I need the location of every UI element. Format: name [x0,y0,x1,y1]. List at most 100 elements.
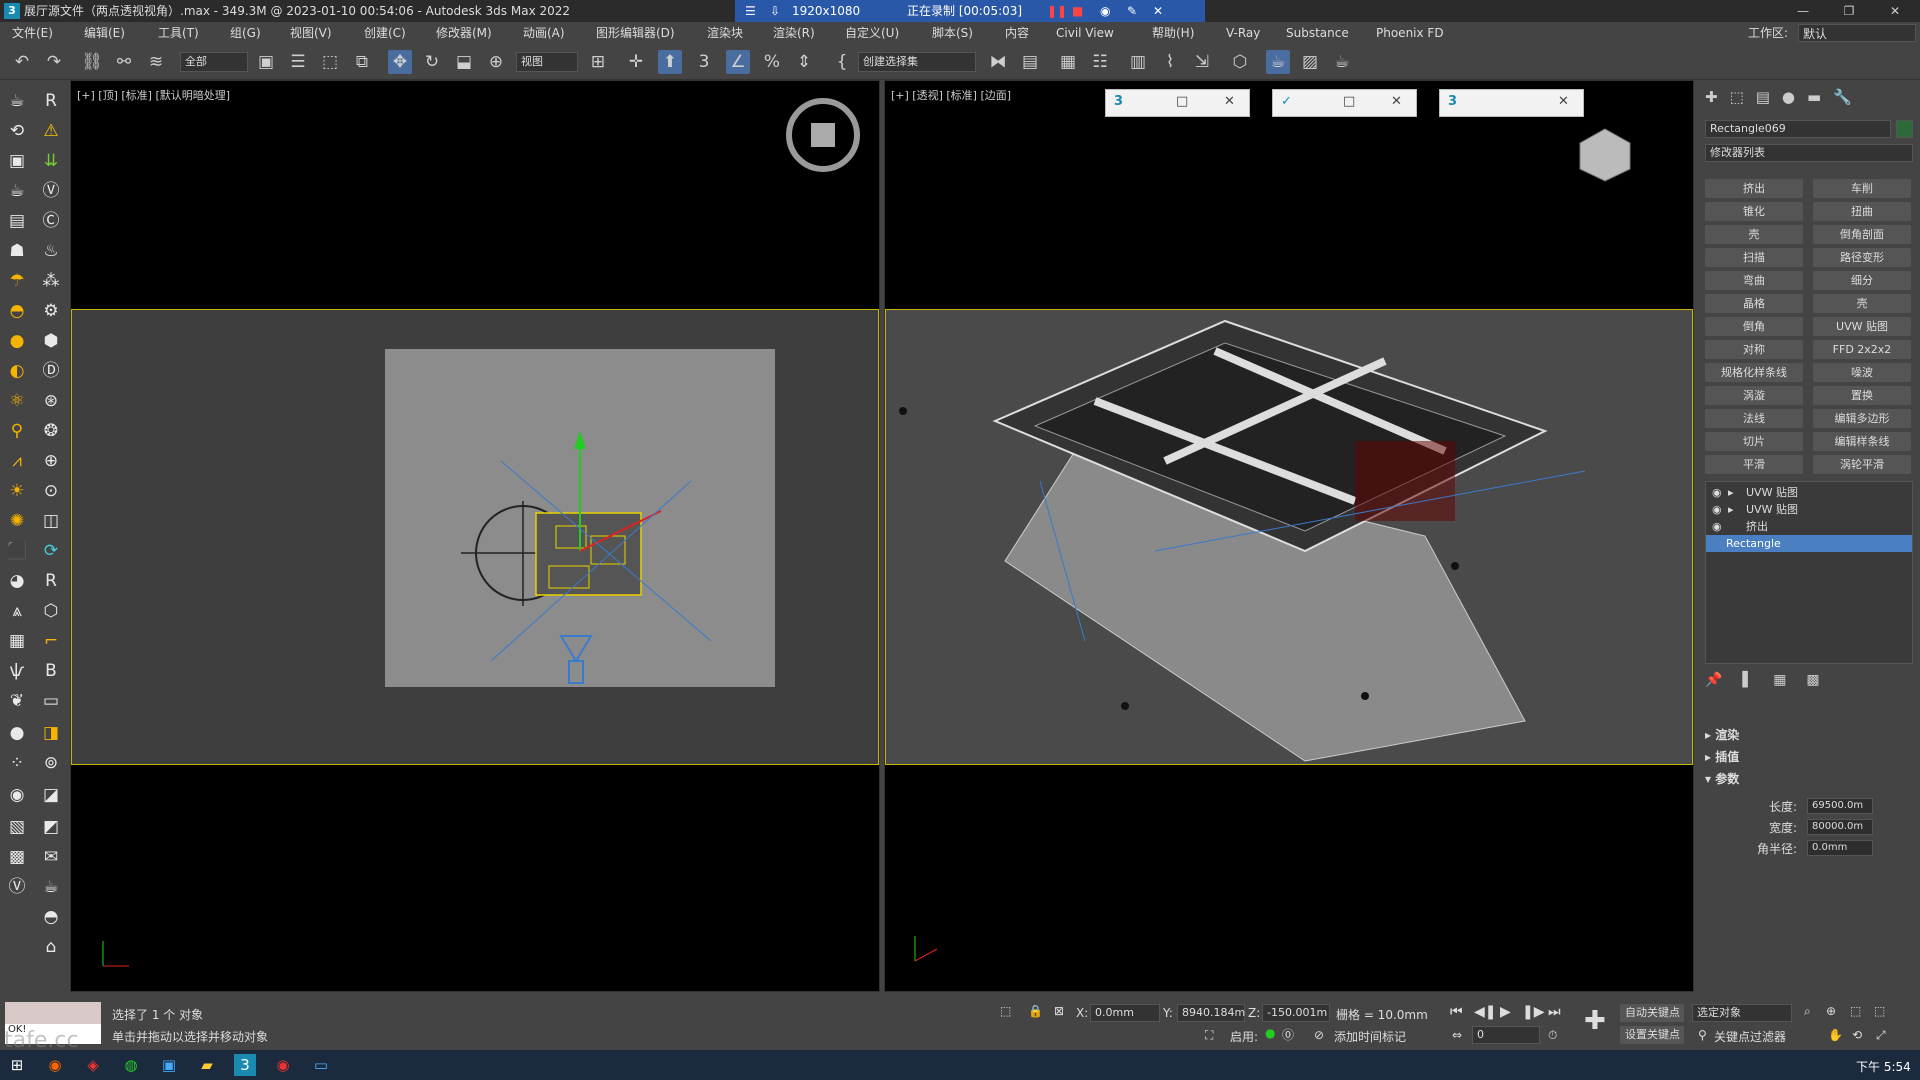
stack-icon[interactable]: ▧ [4,814,30,840]
refresh-icon[interactable]: ⟳ [38,538,64,564]
param-corner-input[interactable]: 0.0mm [1807,840,1873,856]
rollout-interpolation[interactable]: ▸ 插值 [1705,748,1913,765]
close-recording-icon[interactable]: ✕ [1153,0,1163,22]
globe-icon[interactable]: ⊕ [38,448,64,474]
workspace-select[interactable]: 默认 [1798,24,1916,42]
undo-icon[interactable]: ↶ [10,50,34,74]
key-filters-button[interactable]: 关键点过滤器 [1714,1028,1786,1045]
next-frame-icon[interactable]: ❚▶ [1522,1004,1545,1020]
dome2-icon[interactable]: ◓ [38,904,64,930]
menu-customize[interactable]: 自定义(U) [845,22,899,44]
set-key-icon[interactable]: ✚ [1584,1006,1614,1042]
stop-icon[interactable]: ■ [1072,0,1083,22]
orbit-view-icon[interactable]: ⟲ [1852,1028,1862,1042]
box-icon[interactable]: ▣ [4,148,30,174]
wheel-icon[interactable]: ⊛ [38,388,64,414]
browser-icon[interactable]: ◉ [44,1054,66,1076]
folder-icon[interactable]: ▰ [196,1054,218,1076]
mod-btn-17[interactable]: 噪波 [1813,363,1911,382]
mod-btn-3[interactable]: 扭曲 [1813,202,1911,221]
render-icon[interactable]: ☕ [1330,50,1354,74]
menu-edit[interactable]: 编辑(E) [84,22,125,44]
eye-icon[interactable]: ◉ [1712,484,1722,501]
menu-animation[interactable]: 动画(A) [523,22,565,44]
close-icon[interactable]: ✕ [1872,0,1918,22]
mod-btn-23[interactable]: 编辑样条线 [1813,432,1911,451]
rect-region-icon[interactable]: ⬚ [318,50,342,74]
add-time-tag[interactable]: 添加时间标记 [1334,1028,1406,1045]
render-setup-icon[interactable]: ☕ [1266,50,1290,74]
menu-help[interactable]: 帮助(H) [1152,22,1194,44]
menu-phoenix[interactable]: Phoenix FD [1376,22,1444,44]
ribbon-icon[interactable]: ▥ [1126,50,1150,74]
mod-btn-7[interactable]: 路径变形 [1813,248,1911,267]
maxscript-mini-listener[interactable] [5,1002,101,1024]
sphere-light-icon[interactable]: ● [4,328,30,354]
menu-graph-editors[interactable]: 图形编辑器(D) [596,22,675,44]
rollout-parameters[interactable]: ▾ 参数 [1705,770,1913,787]
target-icon[interactable]: ⊚ [38,750,64,776]
moon-icon[interactable]: ◐ [4,358,30,384]
select-object-icon[interactable]: ▣ [254,50,278,74]
maximize-viewport-icon[interactable]: ⤢ [1876,1028,1886,1043]
leaf-icon[interactable]: ❦ [4,688,30,714]
stack-item-selected[interactable]: Rectangle [1706,535,1912,552]
align-icon[interactable]: ▤ [1018,50,1042,74]
sun-icon[interactable]: ☀ [4,478,30,504]
orbit-icon[interactable]: ⟲ [4,118,30,144]
mod-btn-1[interactable]: 车削 [1813,179,1911,198]
move-icon[interactable]: ✥ [388,50,412,74]
rb2-icon[interactable]: R [38,568,64,594]
search-circle-icon[interactable]: ⊙ [38,478,64,504]
aperture-icon[interactable]: ❂ [38,418,64,444]
dll-icon[interactable]: Ⓓ [38,358,64,384]
param-width-input[interactable]: 80000.0m [1807,819,1873,835]
image-viewer-icon[interactable]: ▭ [310,1054,332,1076]
enable-dot-icon[interactable]: ● [1265,1026,1275,1040]
mod-btn-8[interactable]: 弯曲 [1705,271,1803,290]
key-filter-icon[interactable]: ⚲ [1698,1028,1707,1042]
app-red-icon[interactable]: ◈ [82,1054,104,1076]
bind-spacewarp-icon[interactable]: ≋ [144,50,168,74]
mod-btn-22[interactable]: 切片 [1705,432,1803,451]
angle-snap-icon[interactable]: ∠ [726,50,750,74]
zoom-all-icon[interactable]: ⊕ [1826,1004,1836,1018]
zoom-icon[interactable]: ⌕ [1804,1004,1811,1019]
object-name-field[interactable]: Rectangle069 [1705,120,1891,138]
keyboard-shortcut-icon[interactable]: ⬆ [658,50,682,74]
redo-icon[interactable]: ↷ [42,50,66,74]
menu-scripting[interactable]: 脚本(S) [932,22,973,44]
script-icon[interactable]: ✉ [38,844,64,870]
modifier-stack[interactable]: ◉ ▸ UVW 贴图 ◉ ▸ UVW 贴图 ◉ 挤出 Rectangle [1705,481,1913,664]
adaptive-degradation-icon[interactable]: ⛶ [1205,1028,1213,1043]
pen-icon[interactable]: ✎ [1127,0,1137,22]
reference-coord-select[interactable]: 视图 [516,52,578,72]
gear-circle-icon[interactable]: ⚙ [38,298,64,324]
hex-icon[interactable]: ⬢ [38,328,64,354]
cup-icon[interactable]: ☕ [4,178,30,204]
mod-btn-18[interactable]: 涡漩 [1705,386,1803,405]
goto-start-icon[interactable]: ⏮ [1450,1004,1463,1020]
mod-btn-12[interactable]: 倒角 [1705,317,1803,336]
tripod-icon[interactable]: ⩘ [4,448,30,474]
expand-icon[interactable]: ▸ [1728,501,1734,518]
monitor-icon[interactable]: ▭ [38,688,64,714]
cube-icon[interactable]: ⬛ [4,538,30,564]
photoshop-icon[interactable]: ▣ [158,1054,180,1076]
teapot-icon[interactable]: ☕ [4,88,30,114]
named-selection-icon[interactable]: { [830,50,854,74]
mod-btn-21[interactable]: 编辑多边形 [1813,409,1911,428]
unlink-icon[interactable]: ⚯ [112,50,136,74]
scene-explorer-icon[interactable]: ▦ [1056,50,1080,74]
viewport-top[interactable]: [+] [顶] [标准] [默认明暗处理] [70,80,880,992]
compass-icon[interactable]: ⩓ [4,598,30,624]
stack-tools[interactable]: 📌▌▦▩ [1705,672,1913,692]
mod-btn-13[interactable]: UVW 贴图 [1813,317,1911,336]
goto-end-icon[interactable]: ⏭ [1548,1004,1561,1020]
palette-icon[interactable]: ◉ [4,782,30,808]
maximize-icon[interactable]: ❐ [1826,0,1872,22]
layers-icon[interactable]: ▤ [4,208,30,234]
mod-btn-11[interactable]: 壳 [1813,294,1911,313]
zoom-extents-all-icon[interactable]: ⬚ [1874,1004,1885,1018]
mod-btn-6[interactable]: 扫描 [1705,248,1803,267]
